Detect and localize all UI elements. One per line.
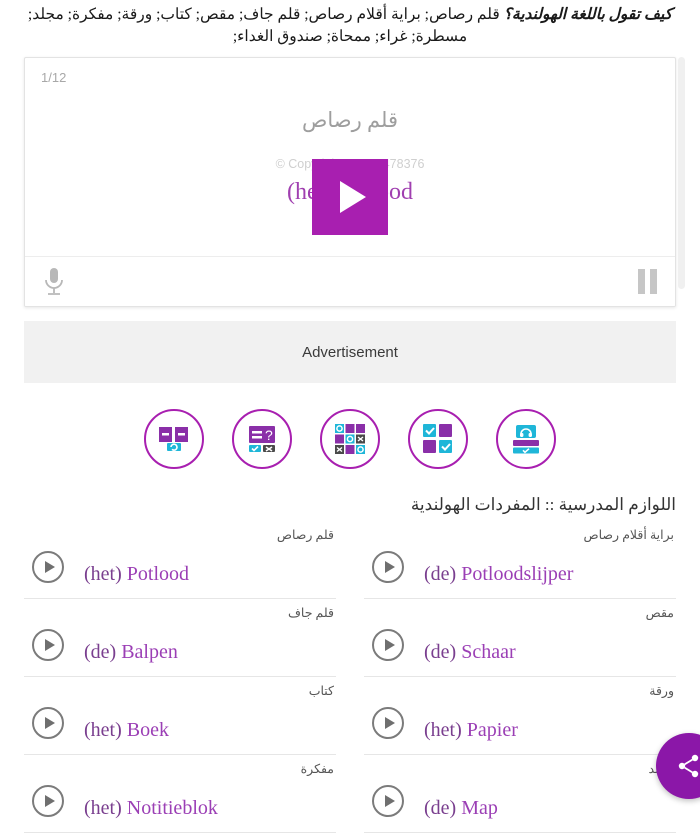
svg-text:?: ? xyxy=(265,427,273,443)
vocabulary-row[interactable]: كتاب (het) Boek xyxy=(24,677,336,755)
vocabulary-row-body: (het) Boek xyxy=(24,703,336,742)
play-button[interactable] xyxy=(312,159,388,235)
flashcards-icon xyxy=(159,427,188,451)
vocabulary-row[interactable]: براية أقلام رصاص (de) Potloodslijper xyxy=(364,521,676,599)
activity-matching-button[interactable] xyxy=(408,409,468,469)
question-word-list-line2: مسطرة; غراء; ممحاة; صندوق الغداء; xyxy=(232,28,468,45)
vocabulary-grid: قلم رصاص (het) Potlood قلم جاف (de) Balp… xyxy=(24,521,676,833)
vocabulary-article: (de) xyxy=(84,641,117,663)
play-icon xyxy=(385,638,395,651)
vocabulary-native-word: قلم جاف xyxy=(287,606,334,620)
activity-quiz-button[interactable]: ? xyxy=(232,409,292,469)
vocabulary-row-body: (de) Balpen xyxy=(24,625,336,664)
vocabulary-row[interactable]: ورقة (het) Papier xyxy=(364,677,676,755)
quiz-question-icon: ? xyxy=(249,426,275,452)
vocabulary-play-button[interactable] xyxy=(32,628,64,661)
scrollbar-thumb[interactable] xyxy=(678,57,685,289)
play-icon xyxy=(45,716,55,729)
player-controls xyxy=(25,256,675,306)
vocabulary-play-button[interactable] xyxy=(372,784,404,817)
vocabulary-play-button[interactable] xyxy=(372,550,404,583)
player-wrapper: 1/12 قلم رصاص © Copyright ...com 478376 … xyxy=(24,57,685,307)
vocabulary-target-word: (het) Notitieblok xyxy=(84,797,218,820)
vocabulary-word: Map xyxy=(461,797,498,819)
vocabulary-row-body: (de) Potloodslijper xyxy=(364,547,676,586)
vocabulary-native-word: مقص xyxy=(645,606,674,620)
vocabulary-row[interactable]: مقص (de) Schaar xyxy=(364,599,676,677)
headphones-icon xyxy=(513,425,539,454)
vocabulary-native-word: كتاب xyxy=(308,684,334,698)
activity-bingo-button[interactable] xyxy=(320,409,380,469)
vocabulary-native-word: براية أقلام رصاص xyxy=(583,528,675,542)
vocabulary-row-body: (het) Papier xyxy=(364,703,676,742)
activity-flashcards-button[interactable] xyxy=(144,409,204,469)
pause-button[interactable] xyxy=(638,269,657,294)
vocabulary-row[interactable]: مجلد (de) Map xyxy=(364,755,676,833)
vocabulary-word: Potlood xyxy=(126,563,190,585)
vocabulary-play-button[interactable] xyxy=(372,628,404,661)
question-prompt: كيف تقول باللغة الهولندية؟ xyxy=(503,6,673,23)
vocabulary-article: (het) xyxy=(84,563,122,585)
vocabulary-article: (het) xyxy=(424,719,462,741)
vocabulary-article: (de) xyxy=(424,563,457,585)
vocabulary-column-right: براية أقلام رصاص (de) Potloodslijper مقص… xyxy=(364,521,676,833)
vocabulary-play-button[interactable] xyxy=(32,784,64,817)
microphone-icon xyxy=(45,267,63,295)
vocabulary-target-word: (de) Schaar xyxy=(424,641,516,664)
vocabulary-target-word: (het) Papier xyxy=(424,719,518,742)
slide-native-word: قلم رصاص xyxy=(302,108,398,132)
advertisement-label: Advertisement xyxy=(302,343,398,361)
vocabulary-section-title: اللوازم المدرسية :: المفردات الهولندية xyxy=(410,495,676,514)
activity-listening-button[interactable] xyxy=(496,409,556,469)
advertisement-slot: Advertisement xyxy=(24,321,676,383)
vocabulary-word: Boek xyxy=(126,719,169,741)
vocabulary-play-button[interactable] xyxy=(372,706,404,739)
vocabulary-row-body: (de) Map xyxy=(364,781,676,820)
microphone-button[interactable] xyxy=(43,267,65,297)
vocabulary-article: (het) xyxy=(84,719,122,741)
vocabulary-row[interactable]: مفكرة (het) Notitieblok xyxy=(24,755,336,833)
vocabulary-word: Balpen xyxy=(121,641,178,663)
vocabulary-target-word: (de) Balpen xyxy=(84,641,178,664)
play-icon xyxy=(340,181,366,213)
vocabulary-column-left: قلم رصاص (het) Potlood قلم جاف (de) Balp… xyxy=(24,521,336,833)
vocabulary-play-button[interactable] xyxy=(32,706,64,739)
play-icon xyxy=(45,794,55,807)
matching-tiles-icon xyxy=(423,424,452,453)
question-word-list-line1: قلم رصاص; براية أقلام رصاص; قلم جاف; مقص… xyxy=(27,6,500,23)
vocabulary-article: (de) xyxy=(424,797,457,819)
vocabulary-word: Papier xyxy=(466,719,518,741)
share-icon xyxy=(678,754,699,778)
vocabulary-native-word: مفكرة xyxy=(300,762,334,776)
vocabulary-target-word: (het) Boek xyxy=(84,719,169,742)
vocabulary-row[interactable]: قلم جاف (de) Balpen xyxy=(24,599,336,677)
bingo-grid-icon xyxy=(335,424,365,454)
activity-icons-row: ? xyxy=(0,409,700,469)
vocabulary-row-body: (de) Schaar xyxy=(364,625,676,664)
vocabulary-row[interactable]: قلم رصاص (het) Potlood xyxy=(24,521,336,599)
vocabulary-word: Potloodslijper xyxy=(461,563,574,585)
play-icon xyxy=(385,560,395,573)
vocabulary-native-word: مجلد xyxy=(364,759,676,779)
vocabulary-native-word: قلم رصاص xyxy=(276,528,334,542)
vocabulary-target-word: (de) Potloodslijper xyxy=(424,563,573,586)
vocabulary-target-word: (de) Map xyxy=(424,797,498,820)
vocabulary-native-word: ورقة xyxy=(649,684,674,698)
play-icon xyxy=(385,794,395,807)
vocabulary-target-word: (het) Potlood xyxy=(84,563,189,586)
flashcard-player[interactable]: 1/12 قلم رصاص © Copyright ...com 478376 … xyxy=(24,57,676,307)
play-icon xyxy=(385,716,395,729)
player-scrollbar[interactable] xyxy=(678,57,685,305)
vocabulary-row-body: (het) Notitieblok xyxy=(24,781,336,820)
pause-icon xyxy=(638,269,657,294)
vocabulary-row-body: (het) Potlood xyxy=(24,547,336,586)
play-icon xyxy=(45,638,55,651)
vocabulary-play-button[interactable] xyxy=(32,550,64,583)
play-icon xyxy=(45,560,55,573)
vocabulary-word: Notitieblok xyxy=(126,797,218,819)
vocabulary-article: (het) xyxy=(84,797,122,819)
vocabulary-word: Schaar xyxy=(461,641,516,663)
vocabulary-article: (de) xyxy=(424,641,457,663)
question-header: كيف تقول باللغة الهولندية؟ قلم رصاص; برا… xyxy=(0,0,700,54)
